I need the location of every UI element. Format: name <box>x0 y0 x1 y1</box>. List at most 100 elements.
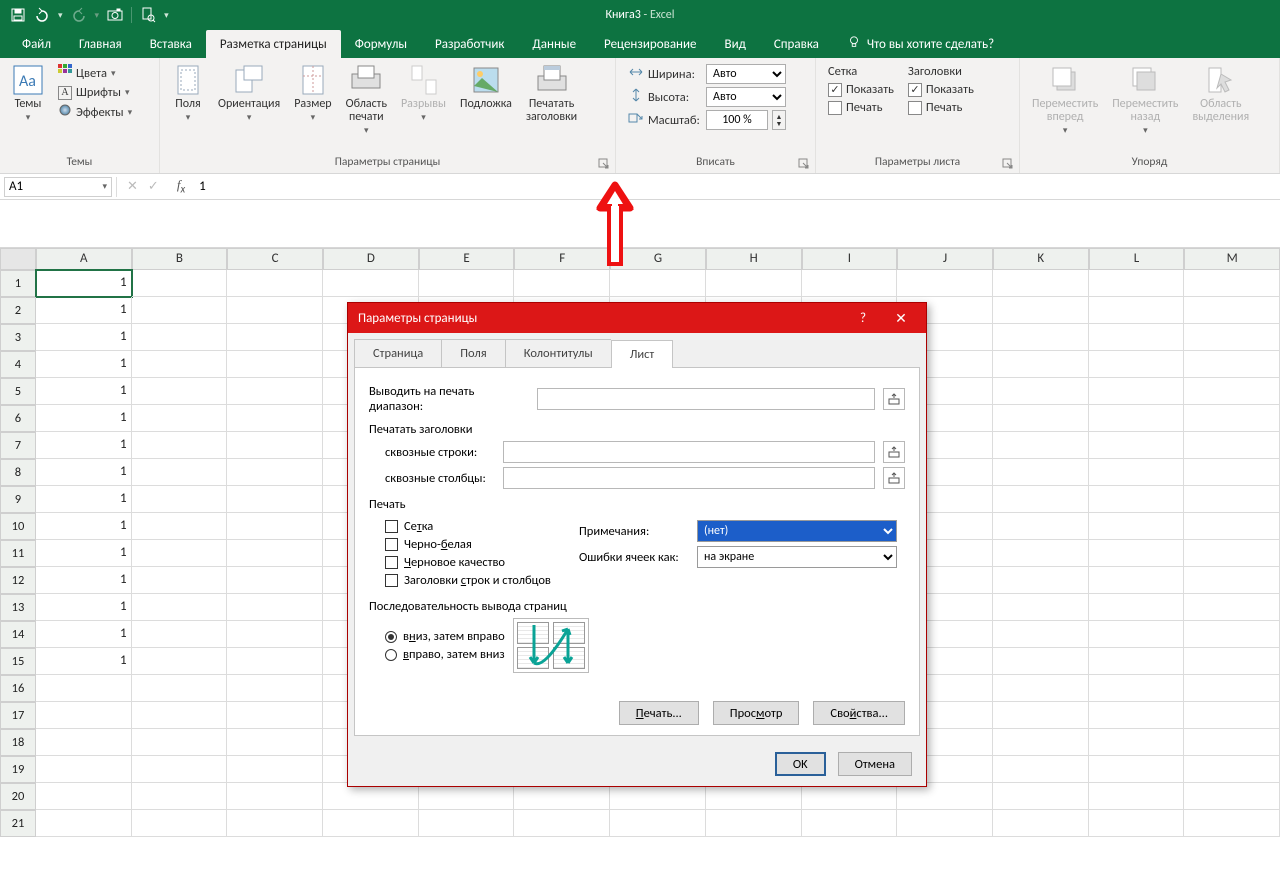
cell[interactable]: 1 <box>36 324 132 351</box>
cell[interactable] <box>610 270 706 297</box>
headings-view-checkbox[interactable]: ✓Показать <box>908 82 974 97</box>
bring-forward-button[interactable]: Переместить вперед▾ <box>1028 62 1102 138</box>
cell[interactable] <box>1089 702 1185 729</box>
cell[interactable] <box>1089 648 1185 675</box>
cell[interactable] <box>1184 486 1280 513</box>
cell[interactable]: 1 <box>36 486 132 513</box>
column-header[interactable]: H <box>706 248 802 270</box>
cell[interactable] <box>227 675 323 702</box>
cell[interactable] <box>419 783 515 810</box>
properties-button[interactable]: Свойства... <box>813 701 905 725</box>
row-header[interactable]: 7 <box>0 432 36 459</box>
selection-pane-button[interactable]: Область выделения <box>1188 62 1253 126</box>
cell[interactable] <box>132 648 228 675</box>
qat-customize[interactable]: ▾ <box>164 10 169 21</box>
cell[interactable] <box>1184 756 1280 783</box>
cell[interactable]: 1 <box>36 540 132 567</box>
cell[interactable] <box>514 783 610 810</box>
dialog-tab-headerfooter[interactable]: Колонтитулы <box>505 339 611 367</box>
cell[interactable] <box>1089 567 1185 594</box>
cell[interactable]: 1 <box>36 351 132 378</box>
cell[interactable] <box>132 594 228 621</box>
column-header[interactable]: C <box>227 248 323 270</box>
print-area-button[interactable]: Область печати▾ <box>342 62 391 138</box>
tab-data[interactable]: Данные <box>518 30 590 58</box>
orientation-button[interactable]: Ориентация▾ <box>214 62 284 126</box>
cell[interactable] <box>227 432 323 459</box>
over-then-down-radio[interactable]: вправо, затем вниз <box>385 647 505 662</box>
comments-select[interactable]: (нет) <box>697 520 897 542</box>
cell[interactable] <box>1184 513 1280 540</box>
scale-input[interactable] <box>706 110 768 130</box>
formula-bar[interactable] <box>193 174 1280 199</box>
cell[interactable] <box>1089 540 1185 567</box>
cell[interactable]: 1 <box>36 297 132 324</box>
cell[interactable] <box>1089 324 1185 351</box>
cell[interactable]: 1 <box>36 459 132 486</box>
cell[interactable] <box>993 648 1089 675</box>
cell[interactable] <box>1184 702 1280 729</box>
cancel-formula-icon[interactable]: ✕ <box>127 179 138 194</box>
cell[interactable] <box>993 594 1089 621</box>
cell[interactable] <box>132 486 228 513</box>
tab-formulas[interactable]: Формулы <box>341 30 421 58</box>
column-header[interactable]: K <box>993 248 1089 270</box>
row-header[interactable]: 14 <box>0 621 36 648</box>
cell[interactable] <box>706 270 802 297</box>
cell[interactable] <box>993 567 1089 594</box>
cell[interactable] <box>132 621 228 648</box>
row-header[interactable]: 6 <box>0 405 36 432</box>
print-preview-icon[interactable] <box>140 7 156 23</box>
cancel-button[interactable]: Отмена <box>838 752 912 776</box>
cell[interactable] <box>1184 594 1280 621</box>
cell[interactable] <box>706 810 802 837</box>
cell[interactable] <box>993 378 1089 405</box>
cell[interactable] <box>132 783 228 810</box>
row-header[interactable]: 10 <box>0 513 36 540</box>
tab-file[interactable]: Файл <box>8 30 65 58</box>
cell[interactable]: 1 <box>36 405 132 432</box>
preview-button[interactable]: Просмотр <box>713 701 800 725</box>
row-header[interactable]: 1 <box>0 270 36 297</box>
down-then-over-radio[interactable]: вниз, затем вправо <box>385 629 505 644</box>
dialog-tab-sheet[interactable]: Лист <box>611 340 674 368</box>
row-header[interactable]: 2 <box>0 297 36 324</box>
height-select[interactable]: Авто <box>706 87 786 107</box>
tab-help[interactable]: Справка <box>760 30 833 58</box>
cell[interactable] <box>227 783 323 810</box>
cell[interactable] <box>1184 351 1280 378</box>
cell[interactable] <box>227 810 323 837</box>
fonts-button[interactable]: A Шрифты ▾ <box>58 85 132 100</box>
cell[interactable]: 1 <box>36 594 132 621</box>
tab-insert[interactable]: Вставка <box>136 30 206 58</box>
cell[interactable] <box>1184 297 1280 324</box>
row-header[interactable]: 20 <box>0 783 36 810</box>
cell[interactable] <box>1089 351 1185 378</box>
cell[interactable] <box>802 810 898 837</box>
cell[interactable] <box>227 729 323 756</box>
cell[interactable] <box>610 810 706 837</box>
cell[interactable] <box>132 513 228 540</box>
cell[interactable] <box>993 810 1089 837</box>
cell[interactable] <box>993 432 1089 459</box>
cell[interactable] <box>132 567 228 594</box>
cell[interactable]: 1 <box>36 567 132 594</box>
cell[interactable] <box>419 270 515 297</box>
save-icon[interactable] <box>10 7 26 23</box>
cell[interactable] <box>132 675 228 702</box>
cell[interactable]: 1 <box>36 648 132 675</box>
pagesetup-launcher[interactable] <box>597 158 611 172</box>
cell[interactable] <box>132 810 228 837</box>
cell[interactable] <box>1089 486 1185 513</box>
width-select[interactable]: Авто <box>706 64 786 84</box>
column-header[interactable]: A <box>36 248 132 270</box>
cell[interactable] <box>993 459 1089 486</box>
cell[interactable] <box>993 297 1089 324</box>
cell[interactable] <box>227 702 323 729</box>
row-header[interactable]: 11 <box>0 540 36 567</box>
row-header[interactable]: 4 <box>0 351 36 378</box>
row-header[interactable]: 5 <box>0 378 36 405</box>
cell[interactable] <box>227 297 323 324</box>
cell[interactable] <box>1089 594 1185 621</box>
cell[interactable] <box>1089 432 1185 459</box>
